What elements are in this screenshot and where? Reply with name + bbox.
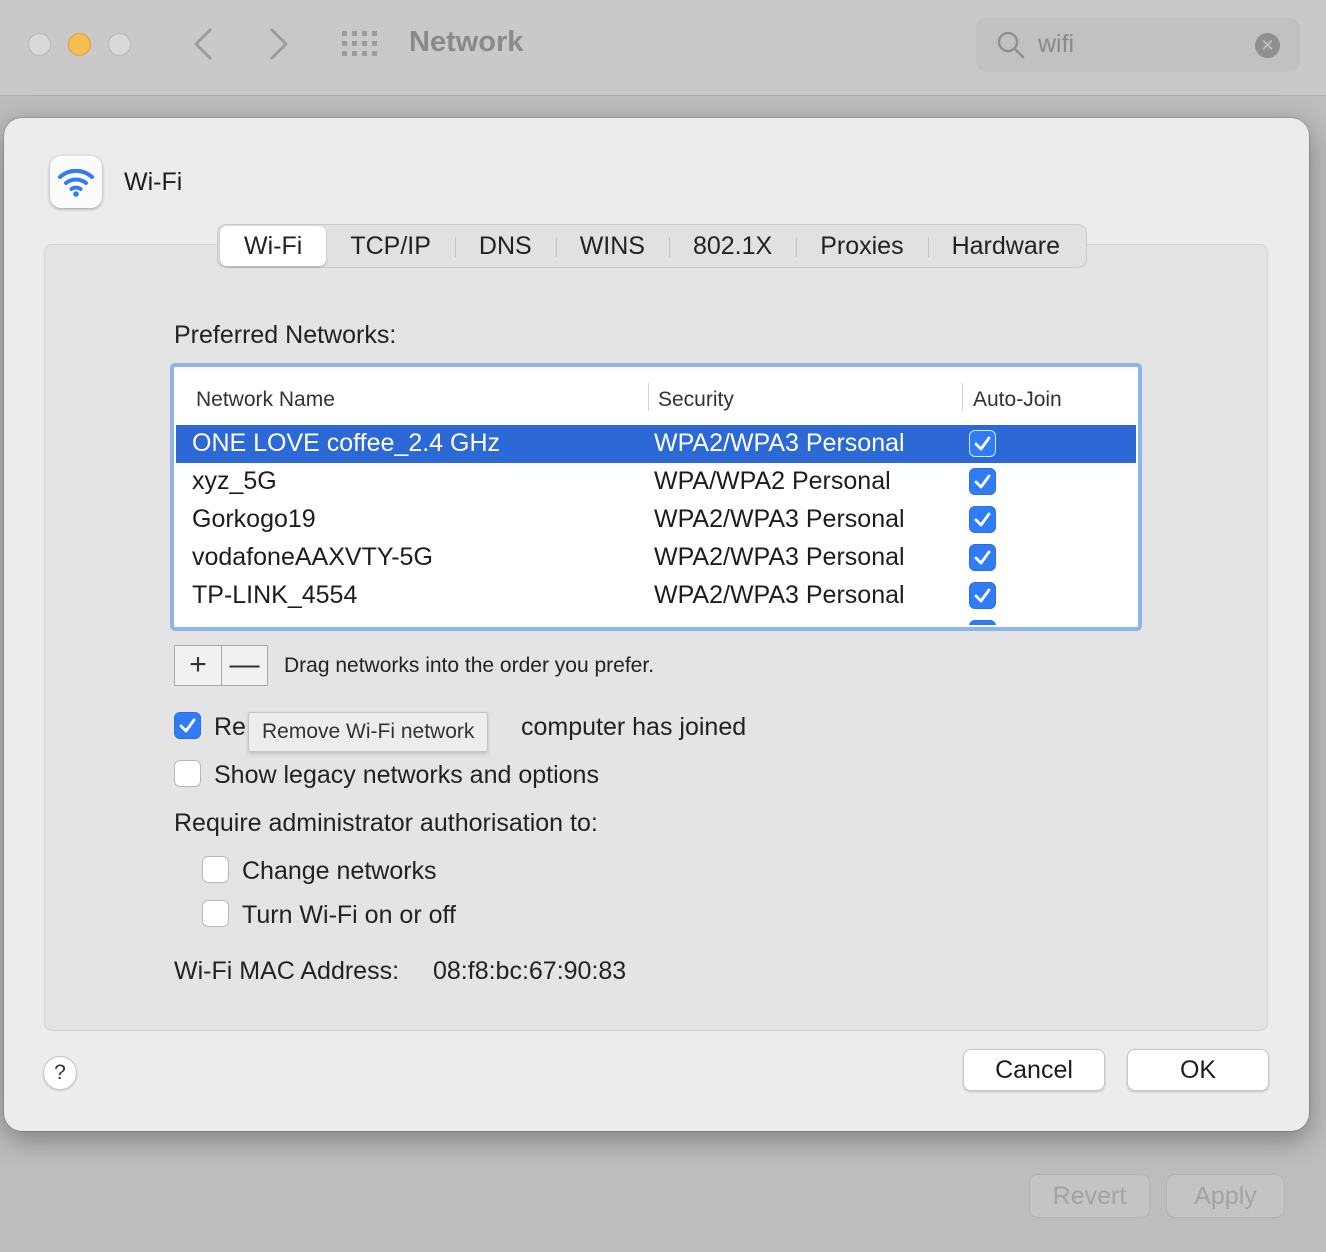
add-network-button[interactable]: +: [175, 646, 221, 685]
table-row[interactable]: xyz_5G WPA/WPA2 Personal: [176, 463, 1136, 501]
auto-join-checkbox[interactable]: [969, 506, 996, 533]
window-toolbar: Network wifi ✕: [0, 0, 1326, 96]
tab-proxies[interactable]: Proxies: [796, 226, 927, 266]
checkmark-icon: [974, 474, 991, 489]
network-name: vodafoneAAXVTY-5G: [192, 543, 433, 571]
table-row-partial[interactable]: [176, 615, 1136, 625]
column-auto-join[interactable]: Auto-Join: [973, 388, 1062, 412]
admin-auth-label: Require administrator authorisation to:: [174, 809, 598, 837]
chevron-left-icon: [194, 28, 212, 60]
back-button[interactable]: [184, 22, 224, 66]
show-all-button[interactable]: [340, 29, 378, 59]
auto-join-checkbox[interactable]: [969, 620, 996, 625]
auto-join-checkbox[interactable]: [969, 468, 996, 495]
network-name: TP-LINK_4554: [192, 581, 358, 609]
search-icon: [997, 31, 1025, 59]
network-security: WPA2/WPA3 Personal: [654, 543, 905, 571]
ok-button[interactable]: OK: [1127, 1049, 1269, 1091]
network-security: WPA2/WPA3 Personal: [654, 581, 905, 609]
chevron-right-icon: [270, 28, 288, 60]
mac-address-value: 08:f8:bc:67:90:83: [433, 957, 627, 985]
tooltip: Remove Wi-Fi network: [248, 712, 489, 752]
turn-wifi-label: Turn Wi-Fi on or off: [242, 901, 456, 929]
auto-join-checkbox[interactable]: [969, 544, 996, 571]
legacy-networks-checkbox[interactable]: [174, 760, 201, 787]
tab-wifi[interactable]: Wi-Fi: [220, 226, 327, 266]
preferred-networks-table[interactable]: Network Name Security Auto-Join ONE LOVE…: [170, 363, 1142, 631]
grid-icon: [342, 31, 377, 56]
wifi-icon: [50, 156, 102, 208]
remember-networks-label-end: computer has joined: [521, 713, 747, 741]
help-button[interactable]: ?: [43, 1056, 77, 1090]
drag-hint: Drag networks into the order you prefer.: [284, 654, 655, 677]
table-row[interactable]: vodafoneAAXVTY-5G WPA2/WPA3 Personal: [176, 539, 1136, 577]
close-window-button[interactable]: [28, 33, 51, 56]
zoom-window-button[interactable]: [108, 33, 131, 56]
tab-wins[interactable]: WINS: [555, 226, 669, 266]
auto-join-checkbox[interactable]: [969, 582, 996, 609]
network-name: ONE LOVE coffee_2.4 GHz: [192, 429, 501, 457]
network-name: Gorkogo19: [192, 505, 316, 533]
remember-networks-checkbox[interactable]: [174, 712, 201, 739]
remember-networks-label-start: Re: [214, 713, 246, 741]
revert-button[interactable]: Revert: [1029, 1174, 1150, 1218]
tab-tcp-ip[interactable]: TCP/IP: [326, 226, 455, 266]
column-network-name[interactable]: Network Name: [196, 388, 335, 412]
window-title: Network: [409, 26, 524, 58]
turn-wifi-checkbox[interactable]: [202, 900, 229, 927]
network-security: WPA2/WPA3 Personal: [654, 505, 905, 533]
checkmark-icon: [179, 718, 196, 733]
tab-dns[interactable]: DNS: [454, 226, 556, 266]
tab-hardware[interactable]: Hardware: [927, 226, 1084, 266]
auto-join-checkbox[interactable]: [969, 430, 996, 457]
network-name: xyz_5G: [192, 467, 277, 495]
tab-8021x[interactable]: 802.1X: [668, 226, 796, 266]
change-networks-checkbox[interactable]: [202, 856, 229, 883]
search-field[interactable]: wifi ✕: [976, 18, 1300, 72]
forward-button[interactable]: [258, 22, 298, 66]
table-header: Network Name Security Auto-Join: [176, 369, 1136, 425]
minimize-window-button[interactable]: [68, 33, 91, 56]
column-security[interactable]: Security: [658, 388, 734, 412]
checkmark-icon: [974, 588, 991, 603]
network-security: WPA2/WPA3 Personal: [654, 429, 905, 457]
mac-address-label: Wi-Fi MAC Address:: [174, 957, 400, 985]
change-networks-label: Change networks: [242, 857, 437, 885]
network-security: WPA/WPA2 Personal: [654, 467, 891, 495]
legacy-networks-label: Show legacy networks and options: [214, 761, 599, 789]
preferred-networks-label: Preferred Networks:: [174, 321, 397, 349]
apply-button[interactable]: Apply: [1166, 1174, 1285, 1218]
table-row[interactable]: TP-LINK_4554 WPA2/WPA3 Personal: [176, 577, 1136, 615]
sheet-title: Wi-Fi: [124, 168, 183, 196]
add-remove-buttons: + —: [174, 645, 268, 686]
cancel-button[interactable]: Cancel: [963, 1049, 1105, 1091]
tab-bar: Wi-Fi TCP/IP DNS WINS 802.1X Proxies Har…: [217, 224, 1087, 268]
checkmark-icon: [974, 512, 991, 527]
search-input[interactable]: wifi: [1038, 30, 1074, 59]
wifi-sheet: Wi-Fi Wi-Fi TCP/IP DNS WINS 802.1X Proxi…: [4, 118, 1309, 1131]
clear-search-icon[interactable]: ✕: [1255, 33, 1280, 58]
checkmark-icon: [974, 436, 991, 451]
table-row[interactable]: Gorkogo19 WPA2/WPA3 Personal: [176, 501, 1136, 539]
remove-network-button[interactable]: —: [221, 646, 267, 685]
table-row[interactable]: ONE LOVE coffee_2.4 GHz WPA2/WPA3 Person…: [176, 425, 1136, 463]
checkmark-icon: [974, 550, 991, 565]
